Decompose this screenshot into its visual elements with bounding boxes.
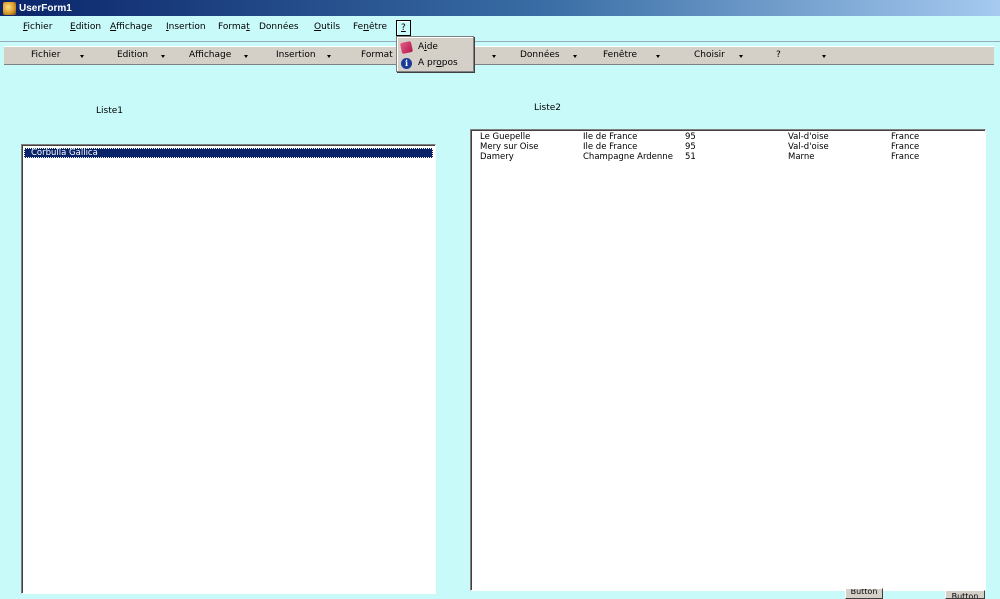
menu-item-a-propos[interactable]: i A propos — [397, 55, 473, 71]
menu-affichage[interactable]: Affichage — [108, 20, 154, 36]
info-icon: i — [401, 57, 412, 69]
menu-insertion[interactable]: Insertion — [164, 20, 208, 36]
combo-toolbar: Fichier Edition Affichage Insertion Form… — [4, 46, 994, 65]
menu-donnees[interactable]: Données — [257, 20, 301, 36]
liste1-listbox[interactable]: Corbulla Gallica — [21, 144, 436, 594]
chevron-down-icon[interactable] — [739, 55, 743, 58]
window-title: UserForm1 — [19, 2, 72, 14]
list-item[interactable]: Corbulla Gallica — [24, 148, 433, 158]
chevron-down-icon[interactable] — [573, 55, 577, 58]
liste2-listbox[interactable]: Le Guepelle Ile de France 95 Val-d'oise … — [470, 129, 986, 591]
table-row[interactable]: Damery Champagne Ardenne 51 Marne France — [473, 152, 983, 162]
chevron-down-icon[interactable] — [161, 55, 165, 58]
combo-insertion[interactable]: Insertion — [276, 50, 331, 63]
menu-fichier[interactable]: Fichier — [21, 20, 54, 36]
table-row[interactable]: Mery sur Oise Ile de France 95 Val-d'ois… — [473, 142, 983, 152]
menu-format[interactable]: Format — [216, 20, 252, 36]
help-dropdown-menu: Aide i A propos — [396, 36, 474, 72]
chevron-down-icon[interactable] — [80, 55, 84, 58]
button-2[interactable]: Button — [945, 590, 985, 599]
combo-edition[interactable]: Edition — [117, 50, 165, 63]
combo-help[interactable]: ? — [776, 50, 826, 63]
chevron-down-icon[interactable] — [492, 55, 496, 58]
menu-edition[interactable]: Edition — [68, 20, 103, 36]
menu-outils[interactable]: Outils — [312, 20, 342, 36]
help-book-icon — [399, 40, 414, 54]
liste1-label: Liste1 — [96, 106, 123, 116]
button-1[interactable]: Button — [845, 588, 883, 599]
menu-item-aide[interactable]: Aide — [397, 39, 473, 55]
combo-fichier[interactable]: Fichier — [31, 50, 84, 63]
chevron-down-icon[interactable] — [656, 55, 660, 58]
combo-fenetre[interactable]: Fenêtre — [603, 50, 660, 63]
combo-format[interactable]: Format — [361, 50, 393, 63]
menu-separator — [0, 41, 1000, 42]
combo-donnees[interactable]: Données — [520, 50, 577, 63]
title-bar[interactable]: UserForm1 — [0, 0, 1000, 16]
chevron-down-icon[interactable] — [327, 55, 331, 58]
app-icon — [3, 1, 16, 15]
menu-fenetre[interactable]: Fenêtre — [351, 20, 389, 36]
chevron-down-icon[interactable] — [822, 55, 826, 58]
chevron-down-icon[interactable] — [244, 55, 248, 58]
menu-bar: Fichier Edition Affichage Insertion Form… — [0, 16, 1000, 38]
combo-affichage[interactable]: Affichage — [189, 50, 248, 63]
combo-choisir[interactable]: Choisir — [694, 50, 743, 63]
menu-help[interactable]: ? — [396, 20, 411, 36]
table-row[interactable]: Le Guepelle Ile de France 95 Val-d'oise … — [473, 132, 983, 142]
liste2-label: Liste2 — [534, 103, 561, 113]
